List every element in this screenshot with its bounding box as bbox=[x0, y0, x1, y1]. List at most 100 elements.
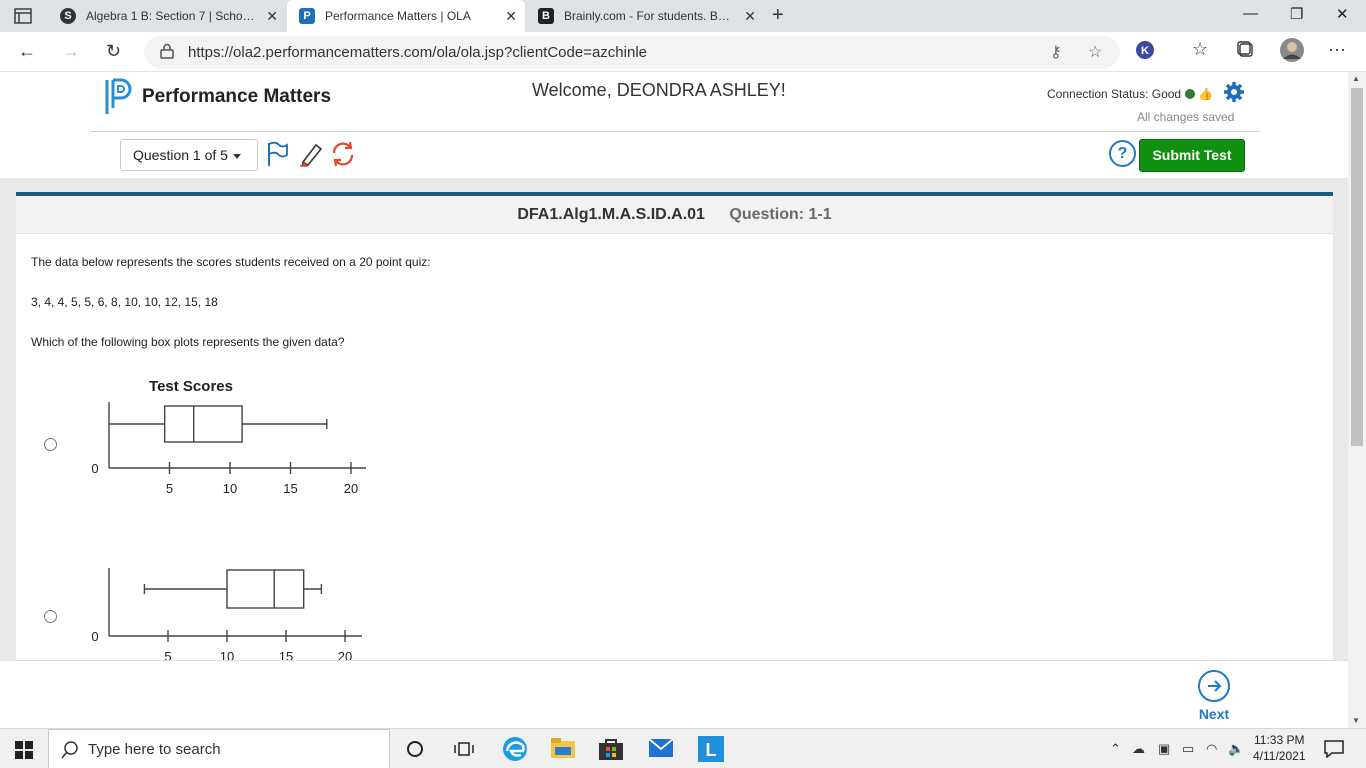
performance-matters-icon: P bbox=[299, 8, 315, 24]
status-dot-icon bbox=[1185, 89, 1196, 99]
collections-icon[interactable] bbox=[1237, 41, 1255, 59]
search-placeholder: Type here to search bbox=[88, 741, 221, 758]
extension-k-icon[interactable]: K bbox=[1136, 41, 1154, 59]
windows-start-icon[interactable] bbox=[15, 741, 33, 759]
connection-status-text: Connection Status: Good bbox=[1047, 87, 1182, 101]
task-view-icon[interactable] bbox=[454, 740, 474, 758]
reset-icon[interactable] bbox=[330, 141, 356, 167]
standard-code: DFA1.Alg1.M.A.S.ID.A.01 bbox=[517, 206, 705, 223]
mail-icon[interactable] bbox=[648, 738, 674, 758]
iqr-box bbox=[226, 569, 305, 609]
profile-avatar[interactable] bbox=[1280, 38, 1304, 62]
question-number: Question: 1-1 bbox=[729, 206, 832, 223]
performance-matters-logo-icon bbox=[105, 78, 132, 114]
cortana-icon[interactable] bbox=[406, 740, 424, 758]
chart-title: Test Scores bbox=[149, 378, 233, 395]
chevron-down-icon bbox=[232, 153, 241, 159]
x-tick-label: 10 bbox=[223, 481, 237, 496]
question-select-label: Question 1 of 5 bbox=[133, 147, 228, 163]
close-tab-icon[interactable]: ✕ bbox=[266, 8, 278, 25]
x-tick-label: 20 bbox=[338, 649, 352, 660]
help-button[interactable]: ? bbox=[1109, 140, 1136, 167]
x-tick-label: 15 bbox=[283, 481, 297, 496]
brand-logo: Performance Matters bbox=[104, 78, 331, 116]
cloud-icon[interactable]: ☁ bbox=[1132, 741, 1145, 757]
x-tick-label: 10 bbox=[220, 649, 234, 660]
x-tick-label: 5 bbox=[166, 481, 173, 496]
tab-brainly[interactable]: B Brainly.com - For students. By stu ✕ bbox=[526, 0, 764, 32]
next-button[interactable]: Next bbox=[1196, 670, 1232, 722]
option-b-boxplot[interactable]: 0 5 10 15 20 bbox=[56, 540, 366, 660]
new-tab-button[interactable]: + bbox=[772, 4, 784, 27]
question-select-dropdown[interactable]: Question 1 of 5 bbox=[120, 139, 258, 171]
more-icon[interactable]: ··· bbox=[1328, 39, 1346, 60]
system-clock[interactable]: 11:33 PM 4/11/2021 bbox=[1253, 732, 1306, 764]
address-bar-row: ← → ↻ https://ola2.performancematters.co… bbox=[0, 32, 1366, 72]
scroll-up-icon[interactable]: ▲ bbox=[1352, 74, 1360, 83]
minimize-button[interactable]: — bbox=[1243, 5, 1258, 22]
back-icon[interactable]: ← bbox=[18, 41, 36, 62]
forward-icon[interactable]: → bbox=[62, 41, 80, 62]
question-data: 3, 4, 4, 5, 5, 6, 8, 10, 10, 12, 15, 18 bbox=[31, 295, 218, 309]
restore-button[interactable]: ❐ bbox=[1290, 5, 1303, 23]
microsoft-store-icon[interactable] bbox=[598, 737, 624, 761]
thumbs-up-icon: 👍 bbox=[1198, 87, 1214, 101]
iqr-box bbox=[163, 405, 243, 443]
close-window-button[interactable]: ✕ bbox=[1336, 5, 1349, 23]
device-icon[interactable]: ▣ bbox=[1158, 741, 1170, 757]
question-ask: Which of the following box plots represe… bbox=[31, 335, 345, 349]
tab-title: Performance Matters | OLA bbox=[325, 9, 471, 23]
chevron-up-icon[interactable]: ⌃ bbox=[1110, 741, 1121, 757]
footer-bar bbox=[0, 660, 1348, 728]
x-tick-label: 5 bbox=[164, 649, 171, 660]
volume-icon[interactable]: 🔈 bbox=[1228, 741, 1244, 757]
connection-status: Connection Status: Good 👍 bbox=[1047, 87, 1213, 101]
page-scrollbar[interactable]: ▲ ▼ bbox=[1348, 72, 1366, 728]
windows-taskbar: Type here to search L ⌃ ☁ ▣ ▭ ◠ 🔈 11:33 … bbox=[0, 728, 1366, 768]
welcome-message: Welcome, DEONDRA ASHLEY! bbox=[532, 80, 786, 100]
app-l-icon[interactable]: L bbox=[698, 736, 724, 762]
header-divider bbox=[90, 131, 1260, 132]
tab-schoology[interactable]: S Algebra 1 B: Section 7 | Schoolog ✕ bbox=[48, 0, 286, 32]
question-header: DFA1.Alg1.M.A.S.ID.A.01 Question: 1-1 bbox=[16, 196, 1333, 234]
taskbar-search-box[interactable]: Type here to search bbox=[48, 729, 390, 768]
file-explorer-icon[interactable] bbox=[550, 737, 576, 759]
x-tick-label: 20 bbox=[344, 481, 358, 496]
edge-browser-icon[interactable] bbox=[501, 735, 529, 763]
submit-test-button[interactable]: Submit Test bbox=[1139, 139, 1245, 172]
arrow-right-icon bbox=[1198, 670, 1230, 702]
flag-icon[interactable] bbox=[266, 141, 288, 167]
pencil-icon[interactable] bbox=[298, 141, 324, 167]
axis-zero-label: 0 bbox=[91, 461, 98, 476]
tab-title: Brainly.com - For students. By stu bbox=[564, 9, 734, 23]
clock-time: 11:33 PM bbox=[1254, 733, 1305, 747]
key-icon[interactable]: ⚷ bbox=[1050, 42, 1062, 62]
battery-icon[interactable]: ▭ bbox=[1182, 741, 1194, 757]
close-tab-icon[interactable]: ✕ bbox=[744, 8, 756, 25]
tab-actions-icon[interactable] bbox=[14, 8, 32, 24]
url-text[interactable]: https://ola2.performancematters.com/ola/… bbox=[188, 44, 647, 61]
option-a-boxplot[interactable]: Test Scores 0 5 10 15 20 bbox=[56, 372, 366, 508]
lock-icon bbox=[160, 43, 174, 59]
clock-date: 4/11/2021 bbox=[1253, 749, 1306, 763]
svg-text:L: L bbox=[706, 740, 717, 760]
tab-performance-matters[interactable]: P Performance Matters | OLA ✕ bbox=[287, 0, 525, 32]
close-tab-icon[interactable]: ✕ bbox=[505, 8, 517, 25]
scrollbar-thumb[interactable] bbox=[1351, 88, 1363, 446]
x-tick-label: 15 bbox=[279, 649, 293, 660]
notifications-icon[interactable] bbox=[1324, 740, 1344, 758]
favorites-icon[interactable]: ☆ bbox=[1192, 39, 1208, 60]
question-prompt: The data below represents the scores stu… bbox=[31, 255, 431, 269]
save-status: All changes saved bbox=[1137, 110, 1235, 124]
brand-name: Performance Matters bbox=[142, 86, 332, 107]
search-icon bbox=[61, 741, 78, 759]
svg-text:K: K bbox=[1141, 45, 1149, 57]
wifi-icon[interactable]: ◠ bbox=[1206, 741, 1217, 757]
add-favorite-icon[interactable]: ☆ bbox=[1088, 42, 1102, 62]
tab-title: Algebra 1 B: Section 7 | Schoolog bbox=[86, 9, 256, 23]
browser-tab-strip: S Algebra 1 B: Section 7 | Schoolog ✕ P … bbox=[0, 0, 1366, 32]
refresh-icon[interactable]: ↻ bbox=[106, 41, 121, 62]
address-bar[interactable]: https://ola2.performancematters.com/ola/… bbox=[144, 36, 1120, 68]
settings-gear-icon[interactable] bbox=[1223, 81, 1245, 103]
scroll-down-icon[interactable]: ▼ bbox=[1352, 716, 1360, 725]
